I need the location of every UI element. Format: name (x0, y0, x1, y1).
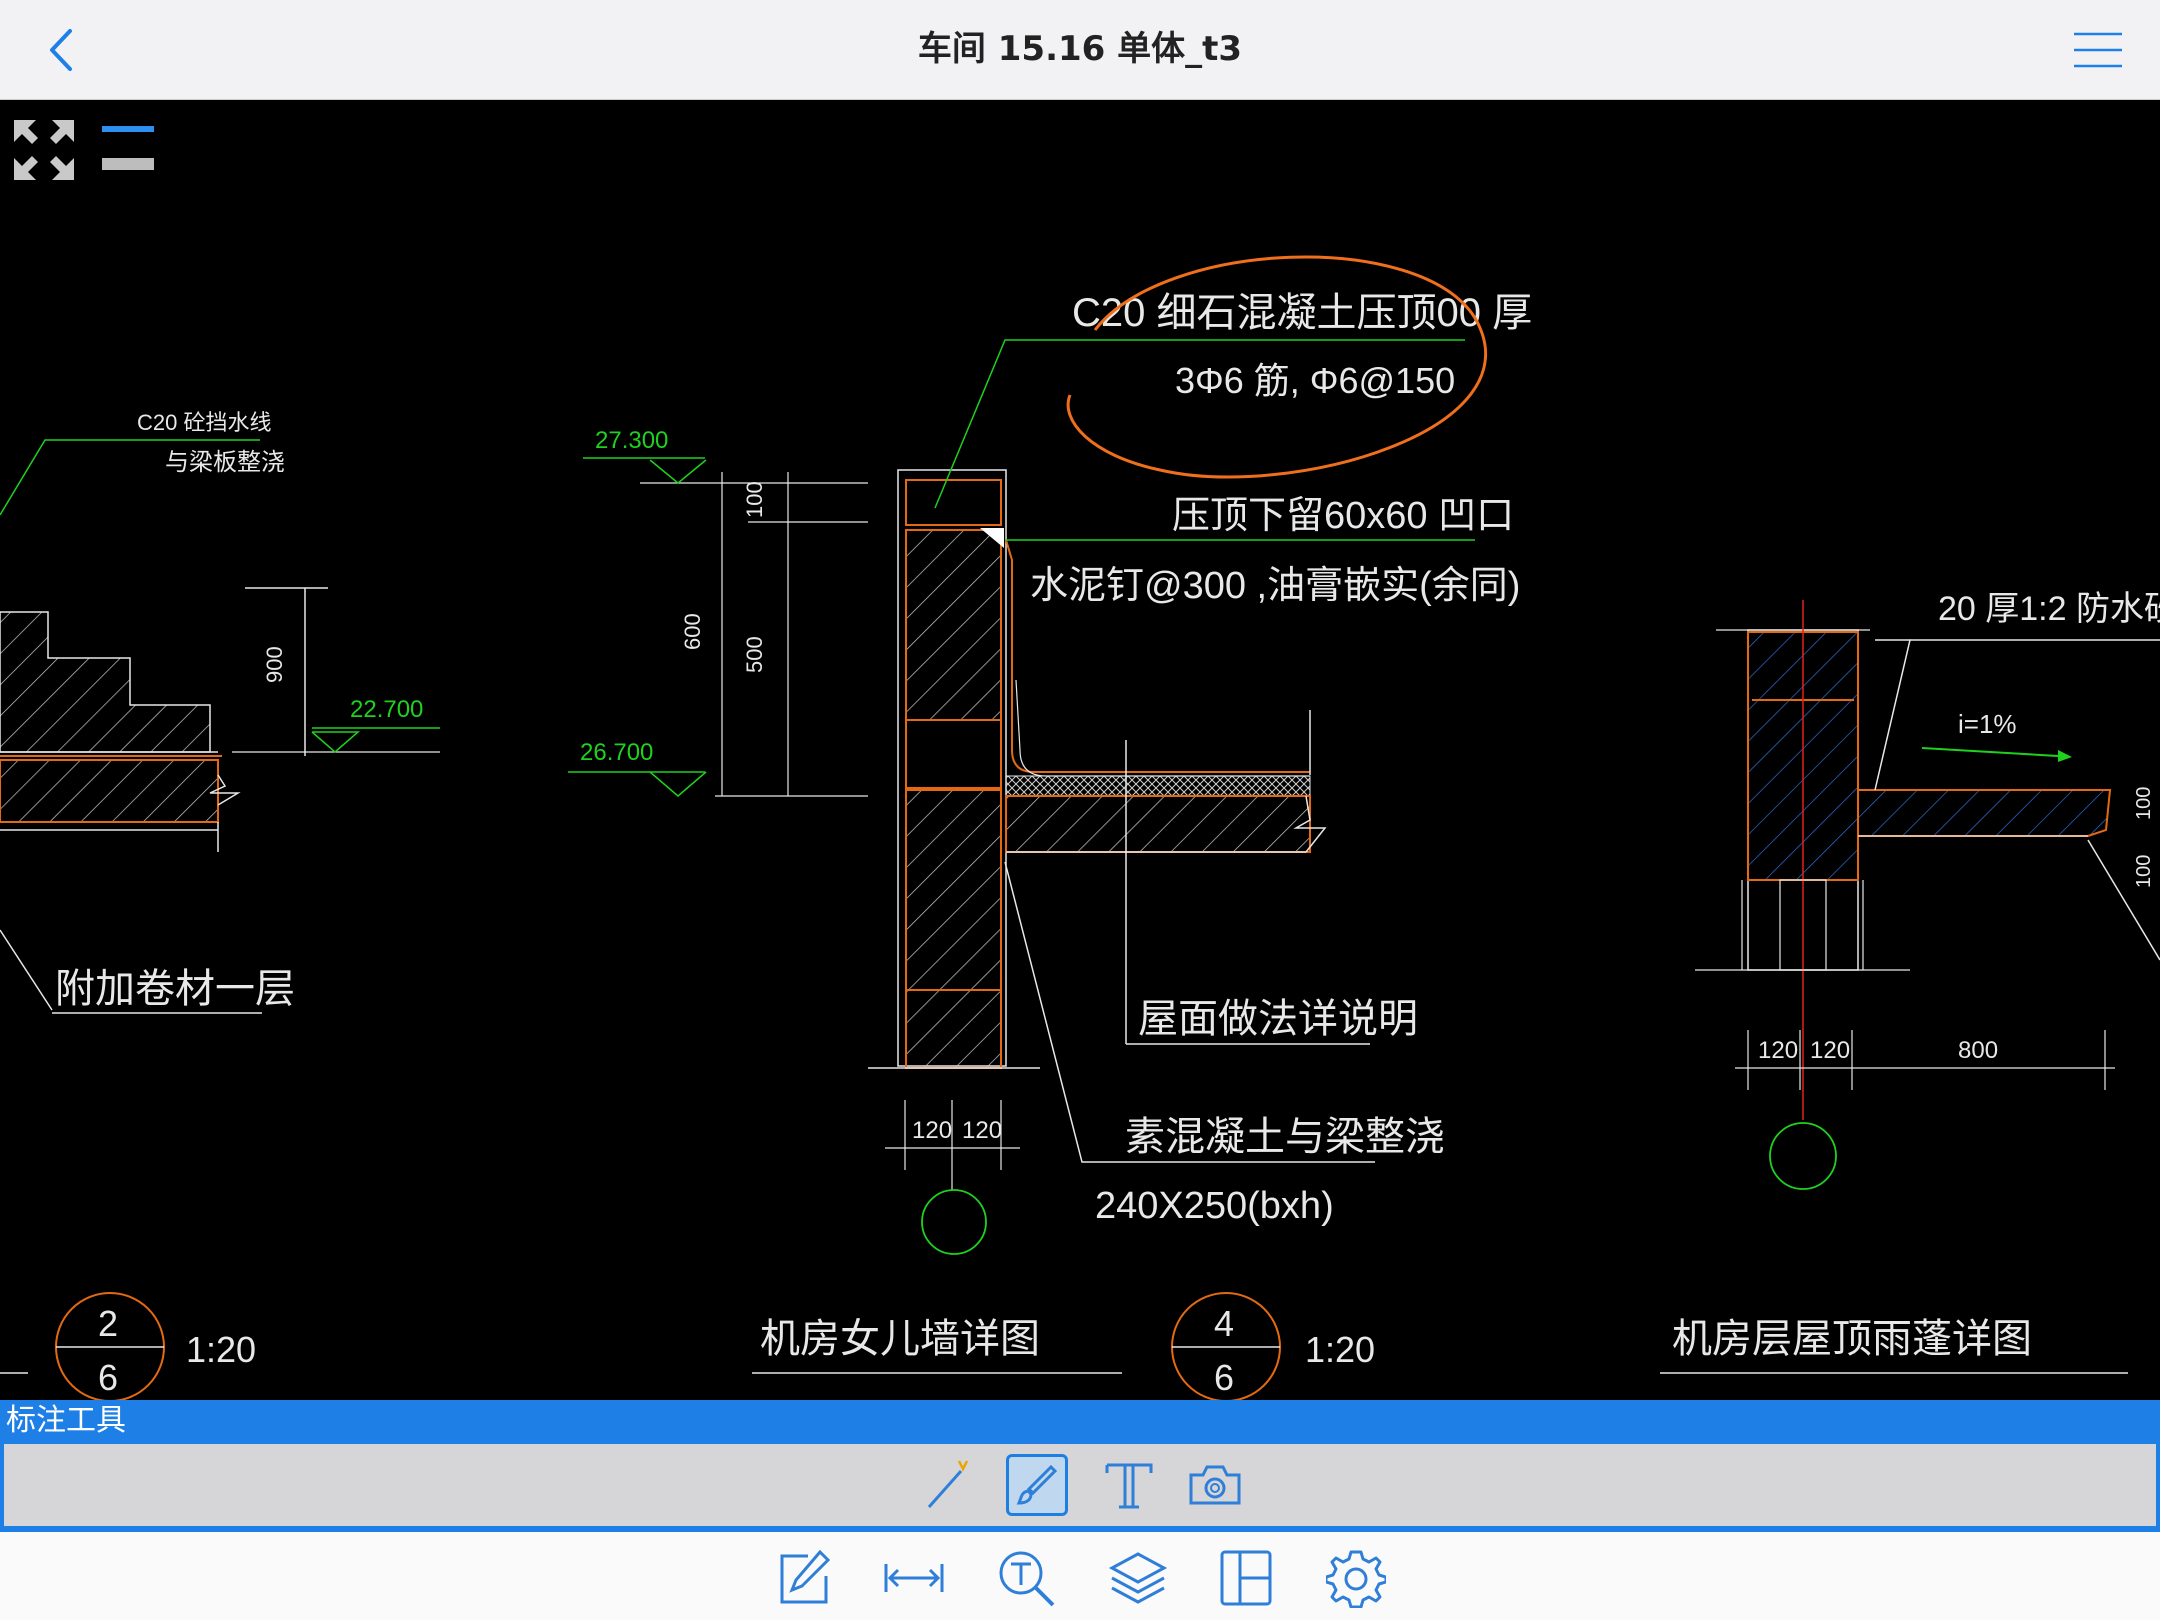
right-detail: 20 厚1:2 防水砂浆 i=1% 120 120 800 100 100 (1695, 590, 2160, 1190)
title-right: 机房层屋顶雨蓬详图 (1672, 1317, 2032, 1361)
detail-right-num: 4 (1214, 1303, 1234, 1344)
note-top-line1: C20 细石混凝土压顶00 厚 (1072, 291, 1532, 335)
label-membrane: 附加卷材一层 (55, 967, 295, 1011)
view-tools (12, 118, 162, 188)
layers-button[interactable] (1106, 1546, 1170, 1610)
detail-left-num: 2 (98, 1303, 118, 1344)
note-mortar: 20 厚1:2 防水砂浆 (1938, 590, 2160, 628)
detail-right-sheet: 6 (1214, 1357, 1234, 1398)
markup-tool-tray (4, 1444, 2156, 1526)
scale-left: 1:20 (186, 1329, 256, 1370)
measure-button[interactable] (882, 1546, 946, 1610)
fit-screen-button[interactable] (12, 118, 82, 188)
dim-120a: 120 (912, 1117, 952, 1144)
slope-label: i=1% (1958, 709, 2017, 739)
layout-button[interactable] (1214, 1546, 1278, 1610)
title-middle: 机房女儿墙详图 (760, 1317, 1040, 1361)
layout-lines-icon (102, 126, 154, 170)
markup-tool-panel: 标注工具 (0, 1400, 2160, 1532)
note-size: 240X250(bxh) (1095, 1185, 1334, 1227)
dim-600: 600 (680, 613, 705, 650)
text-search-button[interactable] (994, 1546, 1058, 1610)
brush-icon (1016, 1464, 1058, 1505)
pen-line-icon (927, 1460, 969, 1508)
expand-icon (14, 120, 74, 180)
dim-100: 100 (742, 481, 767, 518)
middle-detail: 100 600 500 27.300 26.700 C20 细石混凝土压顶00 … (568, 255, 1532, 1255)
settings-button[interactable] (1324, 1546, 1388, 1610)
edit-button[interactable] (772, 1546, 836, 1610)
layers-icon (1108, 1552, 1168, 1604)
camera-tool-button[interactable] (1184, 1454, 1246, 1516)
note-nail: 水泥钉@300 ,油膏嵌实(余同) (1030, 565, 1520, 607)
scale-right: 1:20 (1305, 1329, 1375, 1370)
elev-26700: 26.700 (580, 739, 653, 766)
dim-120-right-a: 120 (1758, 1037, 1798, 1064)
back-button[interactable] (30, 20, 90, 80)
detail-left-sheet: 6 (98, 1357, 118, 1398)
gear-icon (1326, 1550, 1386, 1608)
layout-toggle-button[interactable] (100, 118, 160, 188)
note-plain-concrete: 素混凝土与梁整浇 (1125, 1115, 1445, 1159)
edit-icon (780, 1549, 831, 1604)
elev-22700: 22.700 (350, 696, 423, 723)
freehand-tool-button[interactable] (1006, 1454, 1068, 1516)
markup-panel-label: 标注工具 (6, 1403, 126, 1438)
note-groove: 压顶下留60x60 凹口 (1172, 495, 1514, 537)
layout-icon (1220, 1550, 1272, 1606)
dim-900: 900 (262, 646, 287, 683)
text-tool-button[interactable] (1098, 1454, 1160, 1516)
note-top-line2: 3Φ6 筋, Φ6@150 (1175, 360, 1455, 401)
dim-800: 800 (1958, 1037, 1998, 1064)
detail-titles: 2 6 1:20 机房女儿墙详图 4 6 1:20 机房层屋顶雨蓬详图 (0, 1292, 2128, 1400)
dim-500: 500 (742, 636, 767, 673)
dim-100-right-b: 100 (2133, 855, 2155, 888)
text-search-icon (999, 1551, 1055, 1607)
left-detail: 900 22.700 C20 砼挡水线 与梁板整浇 附加卷材一层 (0, 410, 440, 1014)
chevron-left-icon (50, 29, 72, 71)
note-roof: 屋面做法详说明 (1138, 997, 1418, 1041)
measure-icon (884, 1564, 944, 1592)
note-beam: 与梁板整浇 (165, 449, 285, 476)
elev-27300: 27.300 (595, 427, 668, 454)
camera-icon (1189, 1465, 1241, 1505)
hamburger-menu-icon (2074, 32, 2122, 68)
drawing-canvas[interactable]: 900 22.700 C20 砼挡水线 与梁板整浇 附加卷材一层 100 600 (0, 100, 2160, 1400)
dim-120b: 120 (962, 1117, 1002, 1144)
menu-button[interactable] (2066, 22, 2130, 78)
line-tool-button[interactable] (918, 1454, 980, 1516)
note-water-stop: C20 砼挡水线 (137, 410, 271, 435)
document-title: 车间 15.16 单体_t3 (917, 29, 1243, 69)
navigation-bar: 车间 15.16 单体_t3 (0, 0, 2160, 100)
text-icon (1105, 1463, 1153, 1509)
dim-100-right-a: 100 (2133, 787, 2155, 820)
dim-120-right-b: 120 (1810, 1037, 1850, 1064)
bottom-toolbar (0, 1532, 2160, 1620)
